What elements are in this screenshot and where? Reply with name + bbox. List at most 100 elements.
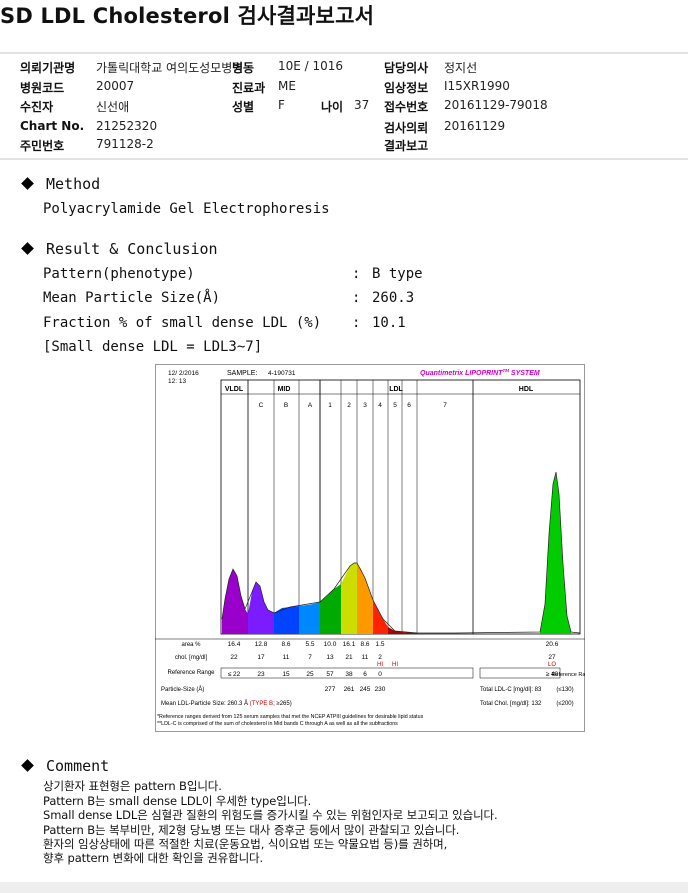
particle-size-value: 277 (325, 686, 336, 693)
region-label-hdl: HDL (519, 386, 534, 393)
area-value: 8.6 (360, 641, 369, 648)
label-doctor: 담당의사 (384, 61, 429, 75)
chol-value: 11 (362, 654, 369, 661)
label-request-date: 검사의뢰 (384, 121, 429, 135)
area-value: 16.1 (343, 641, 356, 648)
row-label-chol: chol. [mg/dl] (175, 655, 208, 661)
reference-value: 15 (282, 671, 290, 678)
value-request-date: 20161129 (444, 119, 506, 133)
label-clinical-info: 임상정보 (384, 81, 429, 95)
label-patient: 수진자 (20, 100, 54, 114)
value-doctor: 정지선 (444, 61, 478, 75)
chol-value-hdl: 27 (548, 654, 556, 661)
reference-value: 38 (345, 671, 353, 678)
chol-value: 22 (230, 654, 238, 661)
method-text: Polyacrylamide Gel Electrophoresis (43, 201, 330, 217)
band-label: 5 (393, 402, 397, 409)
band-label: 7 (443, 402, 447, 409)
region-label-vldl: VLDL (225, 386, 244, 393)
comment-line: 환자의 임상상태에 따른 적절한 치료(운동요법, 식이요법 또는 약물요법 등… (43, 837, 448, 851)
value-department: ME (278, 79, 296, 93)
comment-line: Pattern B는 small dense LDL이 우세한 type입니다. (43, 794, 312, 808)
band-label: C (259, 402, 264, 409)
sample-label: SAMPLE: (227, 370, 257, 377)
reference-value: 57 (326, 671, 334, 678)
particle-size-value: 245 (360, 686, 371, 693)
label-sex: 성별 (232, 100, 255, 114)
band-label: 2 (347, 402, 351, 409)
label-resident-no: 주민번호 (20, 139, 65, 153)
value-resident-no: 791128-2 (96, 137, 154, 151)
chol-value: 11 (283, 654, 290, 661)
label-requesting-org: 의뢰기관명 (20, 61, 76, 75)
total-ldl-reference: (≤130) (556, 687, 573, 693)
region-label-mid: MID (278, 386, 291, 393)
particle-size-value: 261 (344, 686, 355, 693)
chol-value: 13 (326, 654, 334, 661)
result-value-pattern: B type (372, 266, 423, 282)
comment-line: 향후 pattern 변화에 대한 확인을 권유합니다. (43, 851, 264, 865)
diamond-bullet-icon (21, 759, 34, 772)
area-value: 16.4 (228, 641, 241, 648)
value-age: 37 (354, 98, 370, 112)
brand-name: Quantimetrix LIPOPRINTTM SYSTEM (420, 368, 540, 377)
area-value: 1.5 (375, 641, 384, 648)
result-separator: : (352, 315, 361, 331)
label-receipt-no: 접수번호 (384, 100, 429, 114)
label-chart-no: Chart No. (20, 119, 85, 133)
header-divider (0, 158, 688, 160)
diamond-bullet-icon (21, 177, 34, 190)
area-value-hdl: 20.6 (546, 641, 559, 648)
chol-value: 21 (345, 654, 353, 661)
row-label-reference: Reference Range (167, 670, 215, 676)
report-background (155, 364, 585, 732)
result-label-pattern: Pattern(phenotype) (43, 266, 195, 282)
mean-ldl-size: Mean LDL-Particle Size: 260.3 Å (TYPE B;… (161, 700, 292, 707)
sample-id: 4-190731 (268, 370, 296, 377)
value-patient: 신선애 (96, 100, 130, 114)
result-separator: : (352, 290, 361, 306)
reference-value: 25 (306, 671, 314, 678)
value-requesting-org: 가톨릭대학교 여의도성모병원 (96, 61, 244, 75)
value-ward: 10E / 1016 (278, 59, 344, 73)
particle-size-value: 230 (375, 686, 386, 693)
label-hospital-code: 병원코드 (20, 81, 65, 95)
value-clinical-info: I15XR1990 (444, 79, 510, 93)
area-value: 10.0 (324, 641, 337, 648)
result-value-sdldl-fraction: 10.1 (372, 315, 406, 331)
value-hospital-code: 20007 (96, 79, 135, 93)
report-time: 12: 13 (168, 378, 186, 385)
reference-range-label: Reference Range (551, 672, 585, 678)
band-label: B (284, 402, 288, 409)
result-note: [Small dense LDL = LDL3~7] (43, 339, 263, 355)
band-label: 1 (328, 402, 332, 409)
comment-heading: Comment (46, 757, 110, 775)
footnote-reference: *Reference ranges derived from 125 serum… (157, 714, 424, 720)
total-ldl: Total LDL-C [mg/dl]: 83 (480, 687, 542, 693)
label-ward: 병동 (232, 61, 255, 75)
label-age: 나이 (321, 100, 344, 114)
flag-low: LO (548, 662, 556, 668)
region-label-ldl: LDL (389, 386, 403, 393)
page-footer-band (0, 882, 688, 893)
result-heading: Result & Conclusion (46, 240, 218, 258)
result-label-sdldl-fraction: Fraction % of small dense LDL (%) (43, 315, 322, 331)
comment-line: 상기환자 표현형은 pattern B입니다. (43, 779, 222, 793)
result-value-particle-size: 260.3 (372, 290, 415, 306)
comment-line: Pattern B는 복부비만, 제2형 당뇨병 또는 대사 증후군 등에서 많… (43, 823, 460, 837)
row-label-area: area % (181, 642, 201, 648)
area-value: 8.6 (281, 641, 290, 648)
flag-high: HI (392, 662, 398, 668)
value-receipt-no: 20161129-79018 (444, 98, 548, 112)
method-heading: Method (46, 175, 101, 193)
result-separator: : (352, 266, 361, 282)
report-date: 12/ 2/2016 (168, 370, 199, 377)
reference-value: 0 (378, 671, 382, 678)
chol-value: 7 (308, 654, 312, 661)
footnote-ldl: **LDL-C is comprised of the sum of chole… (157, 721, 398, 727)
title-divider (0, 52, 688, 54)
band-label: A (308, 402, 313, 409)
reference-value: ≤ 22 (228, 671, 241, 678)
total-cholesterol: Total Chol. [mg/dl]: 132 (480, 701, 542, 707)
comment-line: Small dense LDL은 심혈관 질환의 위험도를 증가시킬 수 있는 … (43, 808, 498, 822)
